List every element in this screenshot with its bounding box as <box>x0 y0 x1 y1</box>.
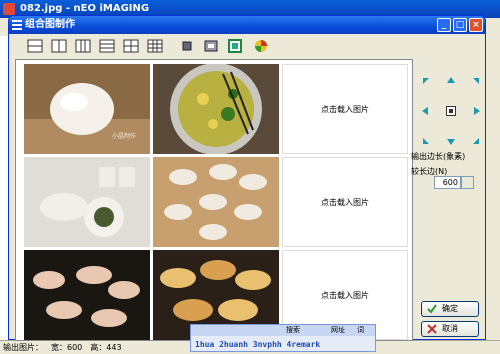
arrow-up-icon[interactable] <box>446 76 456 86</box>
background-window-title: 082.jpg - nEO iMAGING <box>20 3 150 14</box>
app-icon <box>3 3 15 15</box>
arrow-down-right-icon[interactable] <box>471 136 481 146</box>
ime-web[interactable]: 网址 <box>331 325 345 336</box>
ime-search[interactable]: 搜索 <box>286 325 300 336</box>
empty-cell[interactable]: 点击载入图片 <box>282 157 408 247</box>
layout-2-row-icon[interactable] <box>99 38 115 54</box>
minimize-button[interactable]: _ <box>437 18 451 32</box>
arrow-right-icon[interactable] <box>471 106 481 116</box>
maximize-button[interactable]: □ <box>453 18 467 32</box>
status-height: 高：443 <box>90 343 122 352</box>
status-width: 宽：600 <box>51 343 83 352</box>
dough-ball-photo <box>24 64 150 154</box>
boiled-dumplings-photo <box>24 250 150 340</box>
photo-cell[interactable] <box>153 64 279 154</box>
ime-toolbar: 搜索 网址 词 <box>191 325 375 336</box>
ok-label: 确定 <box>442 304 458 313</box>
dumplings-mat-photo <box>153 157 279 247</box>
check-icon <box>427 304 437 314</box>
ime-candidate-bar: 搜索 网址 词 1hua 2huanh 3nvphh 4remark <box>190 324 376 352</box>
cancel-button[interactable]: 取消 <box>421 321 479 337</box>
crop-icon[interactable] <box>179 38 195 54</box>
layout-toolbar <box>13 36 483 56</box>
color-icon[interactable] <box>253 38 269 54</box>
x-icon <box>427 324 437 334</box>
arrow-down-left-icon[interactable] <box>421 136 431 146</box>
dialog-titlebar[interactable]: 组合图制作 _ □ × <box>9 16 485 34</box>
collage-dialog: 组合图制作 _ □ × 小晶制作 点击载入图片 点击载入图片 点击载入图片 输出… <box>8 15 486 341</box>
layout-3-col-icon[interactable] <box>75 38 91 54</box>
spin-button-icon[interactable] <box>461 176 474 189</box>
arrow-down-icon[interactable] <box>446 136 456 146</box>
collage-grid: 小晶制作 点击载入图片 点击载入图片 点击载入图片 <box>15 59 413 341</box>
photo-cell[interactable] <box>24 157 150 247</box>
layout-1-row-icon[interactable] <box>27 38 43 54</box>
dialog-title: 组合图制作 <box>25 19 75 30</box>
photo-cell[interactable] <box>153 157 279 247</box>
wrapping-photo <box>24 157 150 247</box>
background-scrollbar[interactable] <box>485 36 500 344</box>
frame-icon[interactable] <box>227 38 243 54</box>
photo-caption: 小晶制作 <box>111 133 136 140</box>
long-side-input[interactable]: 600 <box>434 176 461 189</box>
ok-button[interactable]: 确定 <box>421 301 479 317</box>
load-image-text: 点击载入图片 <box>321 104 369 114</box>
ime-dict[interactable]: 词 <box>357 325 364 336</box>
arrow-up-left-icon[interactable] <box>421 76 431 86</box>
output-side-label: 输出边长(象素) <box>411 152 466 161</box>
layout-2-col-icon[interactable] <box>51 38 67 54</box>
load-image-text: 点击载入图片 <box>321 197 369 207</box>
cancel-label: 取消 <box>442 324 458 333</box>
close-button[interactable]: × <box>469 18 483 32</box>
align-arrows <box>421 76 481 146</box>
filling-bowl-photo <box>153 64 279 154</box>
center-icon[interactable] <box>446 106 456 116</box>
fit-icon[interactable] <box>203 38 219 54</box>
list-icon <box>12 20 22 30</box>
ime-input-text: 1hua 2huanh 3nvphh 4remark <box>195 340 321 349</box>
load-image-text: 点击载入图片 <box>321 290 369 300</box>
layout-3-row-icon[interactable] <box>123 38 139 54</box>
photo-cell[interactable]: 小晶制作 <box>24 64 150 154</box>
arrow-left-icon[interactable] <box>421 106 431 116</box>
layout-grid-icon[interactable] <box>147 38 163 54</box>
arrow-up-right-icon[interactable] <box>471 76 481 86</box>
status-output-label: 输出图片： <box>3 343 43 352</box>
photo-cell[interactable] <box>24 250 150 340</box>
empty-cell[interactable]: 点击载入图片 <box>282 64 408 154</box>
